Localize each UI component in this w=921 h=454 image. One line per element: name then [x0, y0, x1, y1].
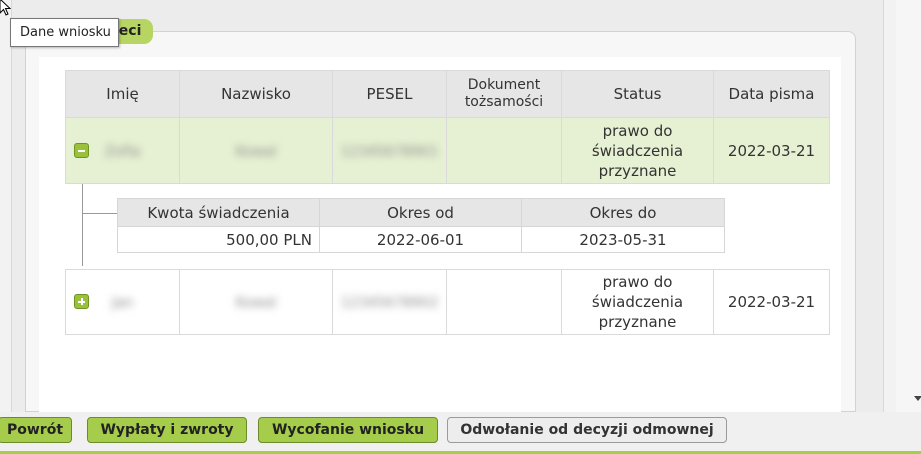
payments-refunds-button[interactable]: Wypłaty i zwroty [87, 417, 247, 443]
column-header: Status [561, 70, 714, 118]
column-header: Nazwisko [179, 70, 333, 118]
scroll-down-arrow-icon[interactable] [914, 396, 921, 401]
tree-connector [82, 213, 118, 214]
detail-header: Okres do [521, 198, 725, 227]
expand-icon[interactable] [74, 294, 89, 309]
date-cell: 2022-03-21 [713, 117, 830, 184]
detail-row: 500,00 PLN 2022-06-01 2023-05-31 [117, 226, 725, 253]
pesel-cell: 12345678901 [340, 143, 439, 160]
benefit-detail-table: Kwota świadczenia Okres od Okres do 500,… [117, 198, 725, 253]
column-header: Data pisma [713, 70, 830, 118]
pesel-cell: 12345678902 [340, 295, 439, 311]
back-button[interactable]: Powrót [0, 417, 72, 443]
tree-connector [82, 184, 83, 266]
document-cell [446, 117, 562, 184]
scrollbar[interactable] [896, 0, 921, 412]
column-header: PESEL [332, 70, 447, 118]
mouse-cursor-icon [0, 0, 11, 16]
detail-header: Okres od [319, 198, 522, 227]
period-to-cell: 2023-05-31 [521, 226, 725, 253]
first-name-cell: Zofia [104, 143, 141, 160]
column-header: Imię [65, 70, 180, 118]
collapse-icon[interactable] [74, 143, 89, 158]
date-cell: 2022-03-21 [713, 269, 830, 335]
first-name-cell: Jan [111, 295, 134, 311]
status-cell: prawo do świadczenia przyznane [561, 117, 714, 184]
column-header: Dokument tożsamości [446, 70, 562, 118]
document-cell [446, 269, 562, 335]
period-from-cell: 2022-06-01 [319, 226, 522, 253]
detail-header: Kwota świadczenia [117, 198, 320, 227]
status-cell: prawo do świadczenia przyznane [561, 269, 714, 335]
table-row[interactable]: Jan Kowal 12345678902 prawo do świadczen… [65, 269, 830, 335]
table-row[interactable]: Zofia Kowal 12345678901 prawo do świadcz… [65, 117, 830, 184]
last-name-cell: Kowal [235, 143, 277, 160]
tooltip: Dane wniosku [10, 18, 119, 47]
amount-cell: 500,00 PLN [117, 226, 320, 253]
appeal-button[interactable]: Odwołanie od decyzji odmownej [447, 417, 727, 443]
withdraw-application-button[interactable]: Wycofanie wniosku [258, 417, 438, 443]
action-bar: Powrót Wypłaty i zwroty Wycofanie wniosk… [0, 412, 921, 454]
last-name-cell: Kowal [235, 295, 277, 311]
